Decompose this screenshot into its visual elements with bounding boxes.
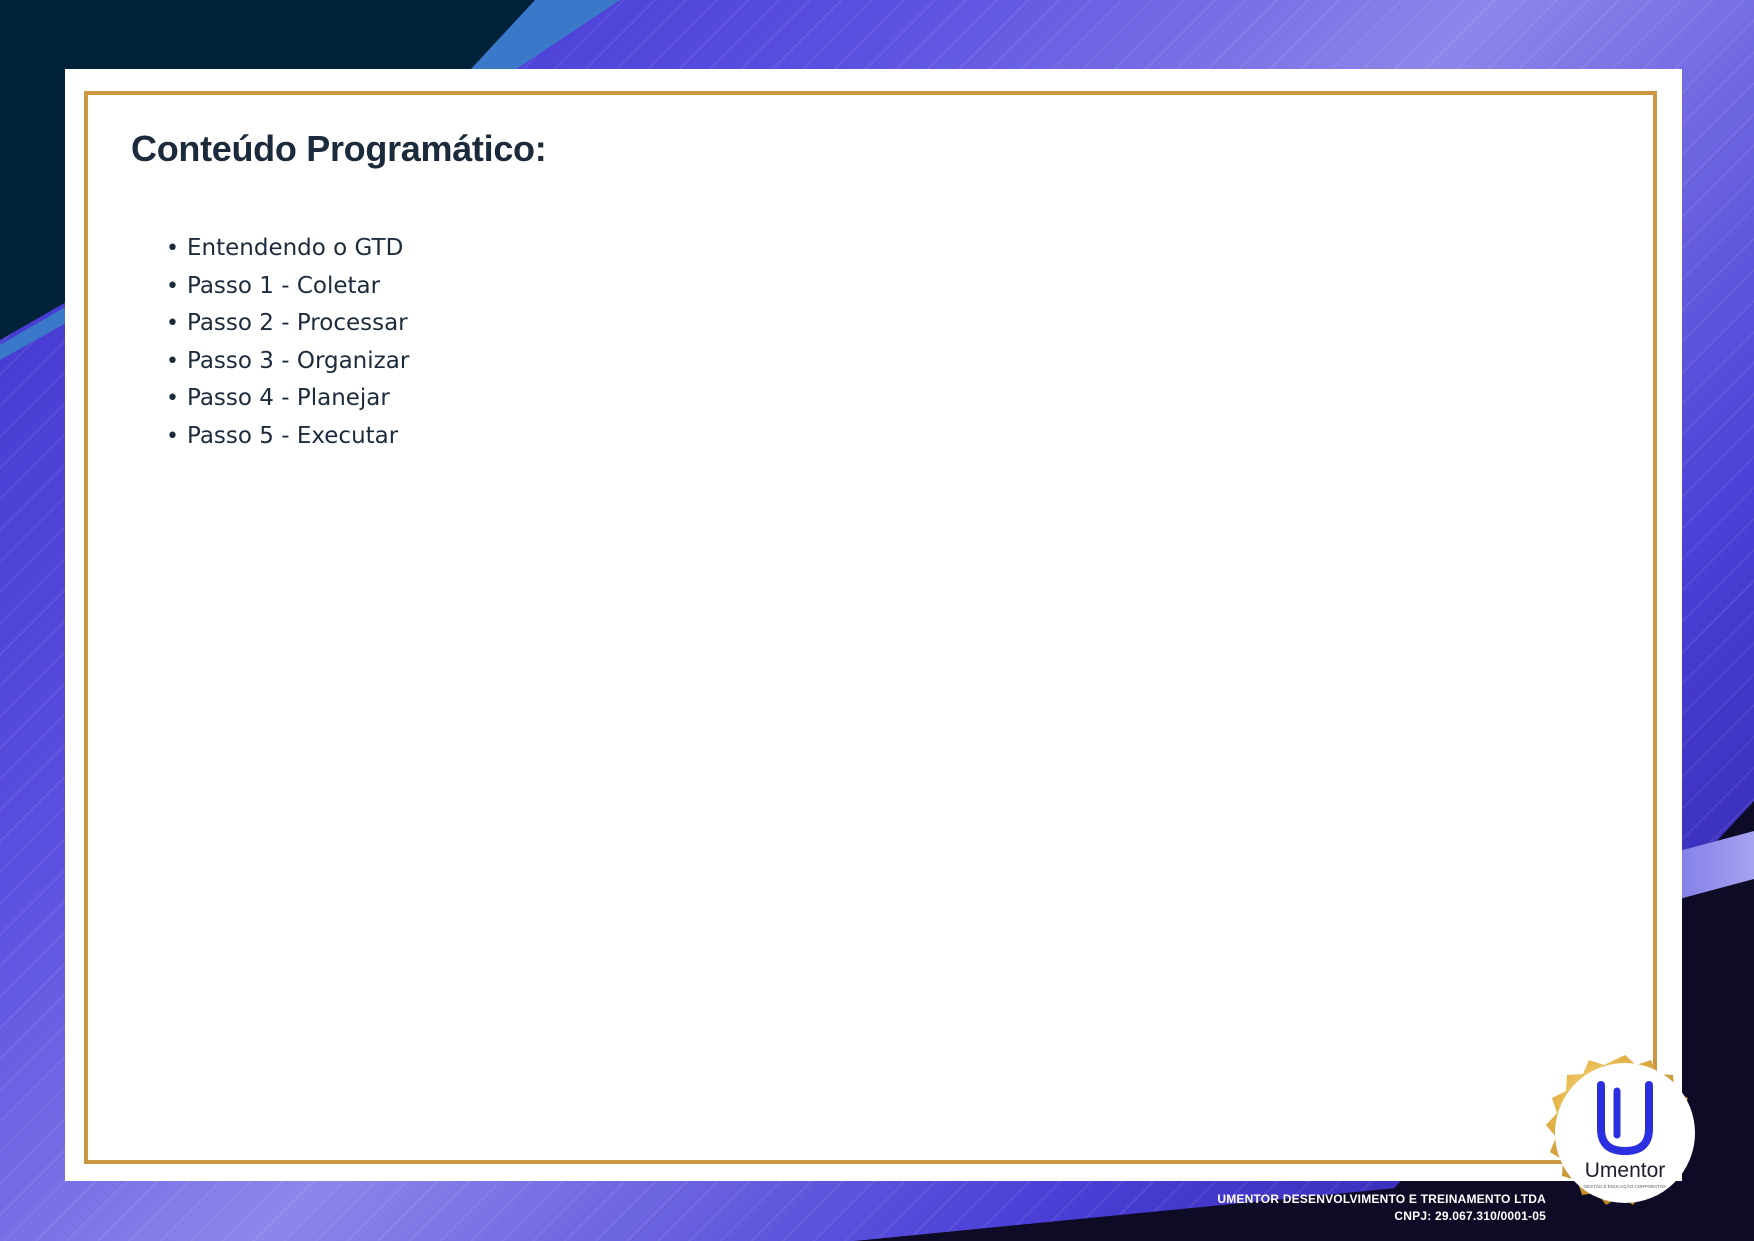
list-item: • Passo 5 - Executar xyxy=(166,418,409,456)
topic-label: Passo 4 - Planejar xyxy=(187,385,390,411)
bullet-icon: • xyxy=(166,348,179,374)
company-name: UMENTOR DESENVOLVIMENTO E TREINAMENTO LT… xyxy=(1217,1192,1546,1206)
bullet-icon: • xyxy=(166,273,179,299)
logo-wordmark: Umentor xyxy=(1585,1159,1666,1182)
seal-white-face xyxy=(1555,1063,1695,1203)
umentor-seal-logo: Umentor GESTÃO E EDUCAÇÃO CORPORATIVA xyxy=(1546,1055,1695,1205)
company-cnpj: CNPJ: 29.067.310/0001-05 xyxy=(1394,1209,1546,1223)
topic-label: Entendendo o GTD xyxy=(187,235,404,261)
logo-tagline: GESTÃO E EDUCAÇÃO CORPORATIVA xyxy=(1583,1183,1666,1189)
list-item: • Passo 3 - Organizar xyxy=(166,343,409,381)
bullet-icon: • xyxy=(166,311,179,336)
bullet-icon: • xyxy=(166,236,179,261)
topic-label: Passo 2 - Processar xyxy=(187,310,408,336)
topic-list: • Entendendo o GTD • Passo 1 - Coletar • Pa… xyxy=(166,230,409,455)
bullet-icon: • xyxy=(166,386,179,411)
company-footer: UMENTOR DESENVOLVIMENTO E TREINAMENTO LT… xyxy=(1217,1191,1546,1225)
topic-label: Passo 3 - Organizar xyxy=(187,347,410,374)
page-title: Conteúdo Programático: xyxy=(131,128,547,169)
list-item: • Passo 2 - Processar xyxy=(166,305,409,343)
list-item: • Entendendo o GTD xyxy=(166,230,409,268)
list-item: • Passo 1 - Coletar xyxy=(166,268,409,306)
topic-label: Passo 1 - Coletar xyxy=(187,272,381,299)
topic-label: Passo 5 - Executar xyxy=(187,422,399,449)
list-item: • Passo 4 - Planejar xyxy=(166,380,409,418)
bullet-icon: • xyxy=(166,423,179,449)
